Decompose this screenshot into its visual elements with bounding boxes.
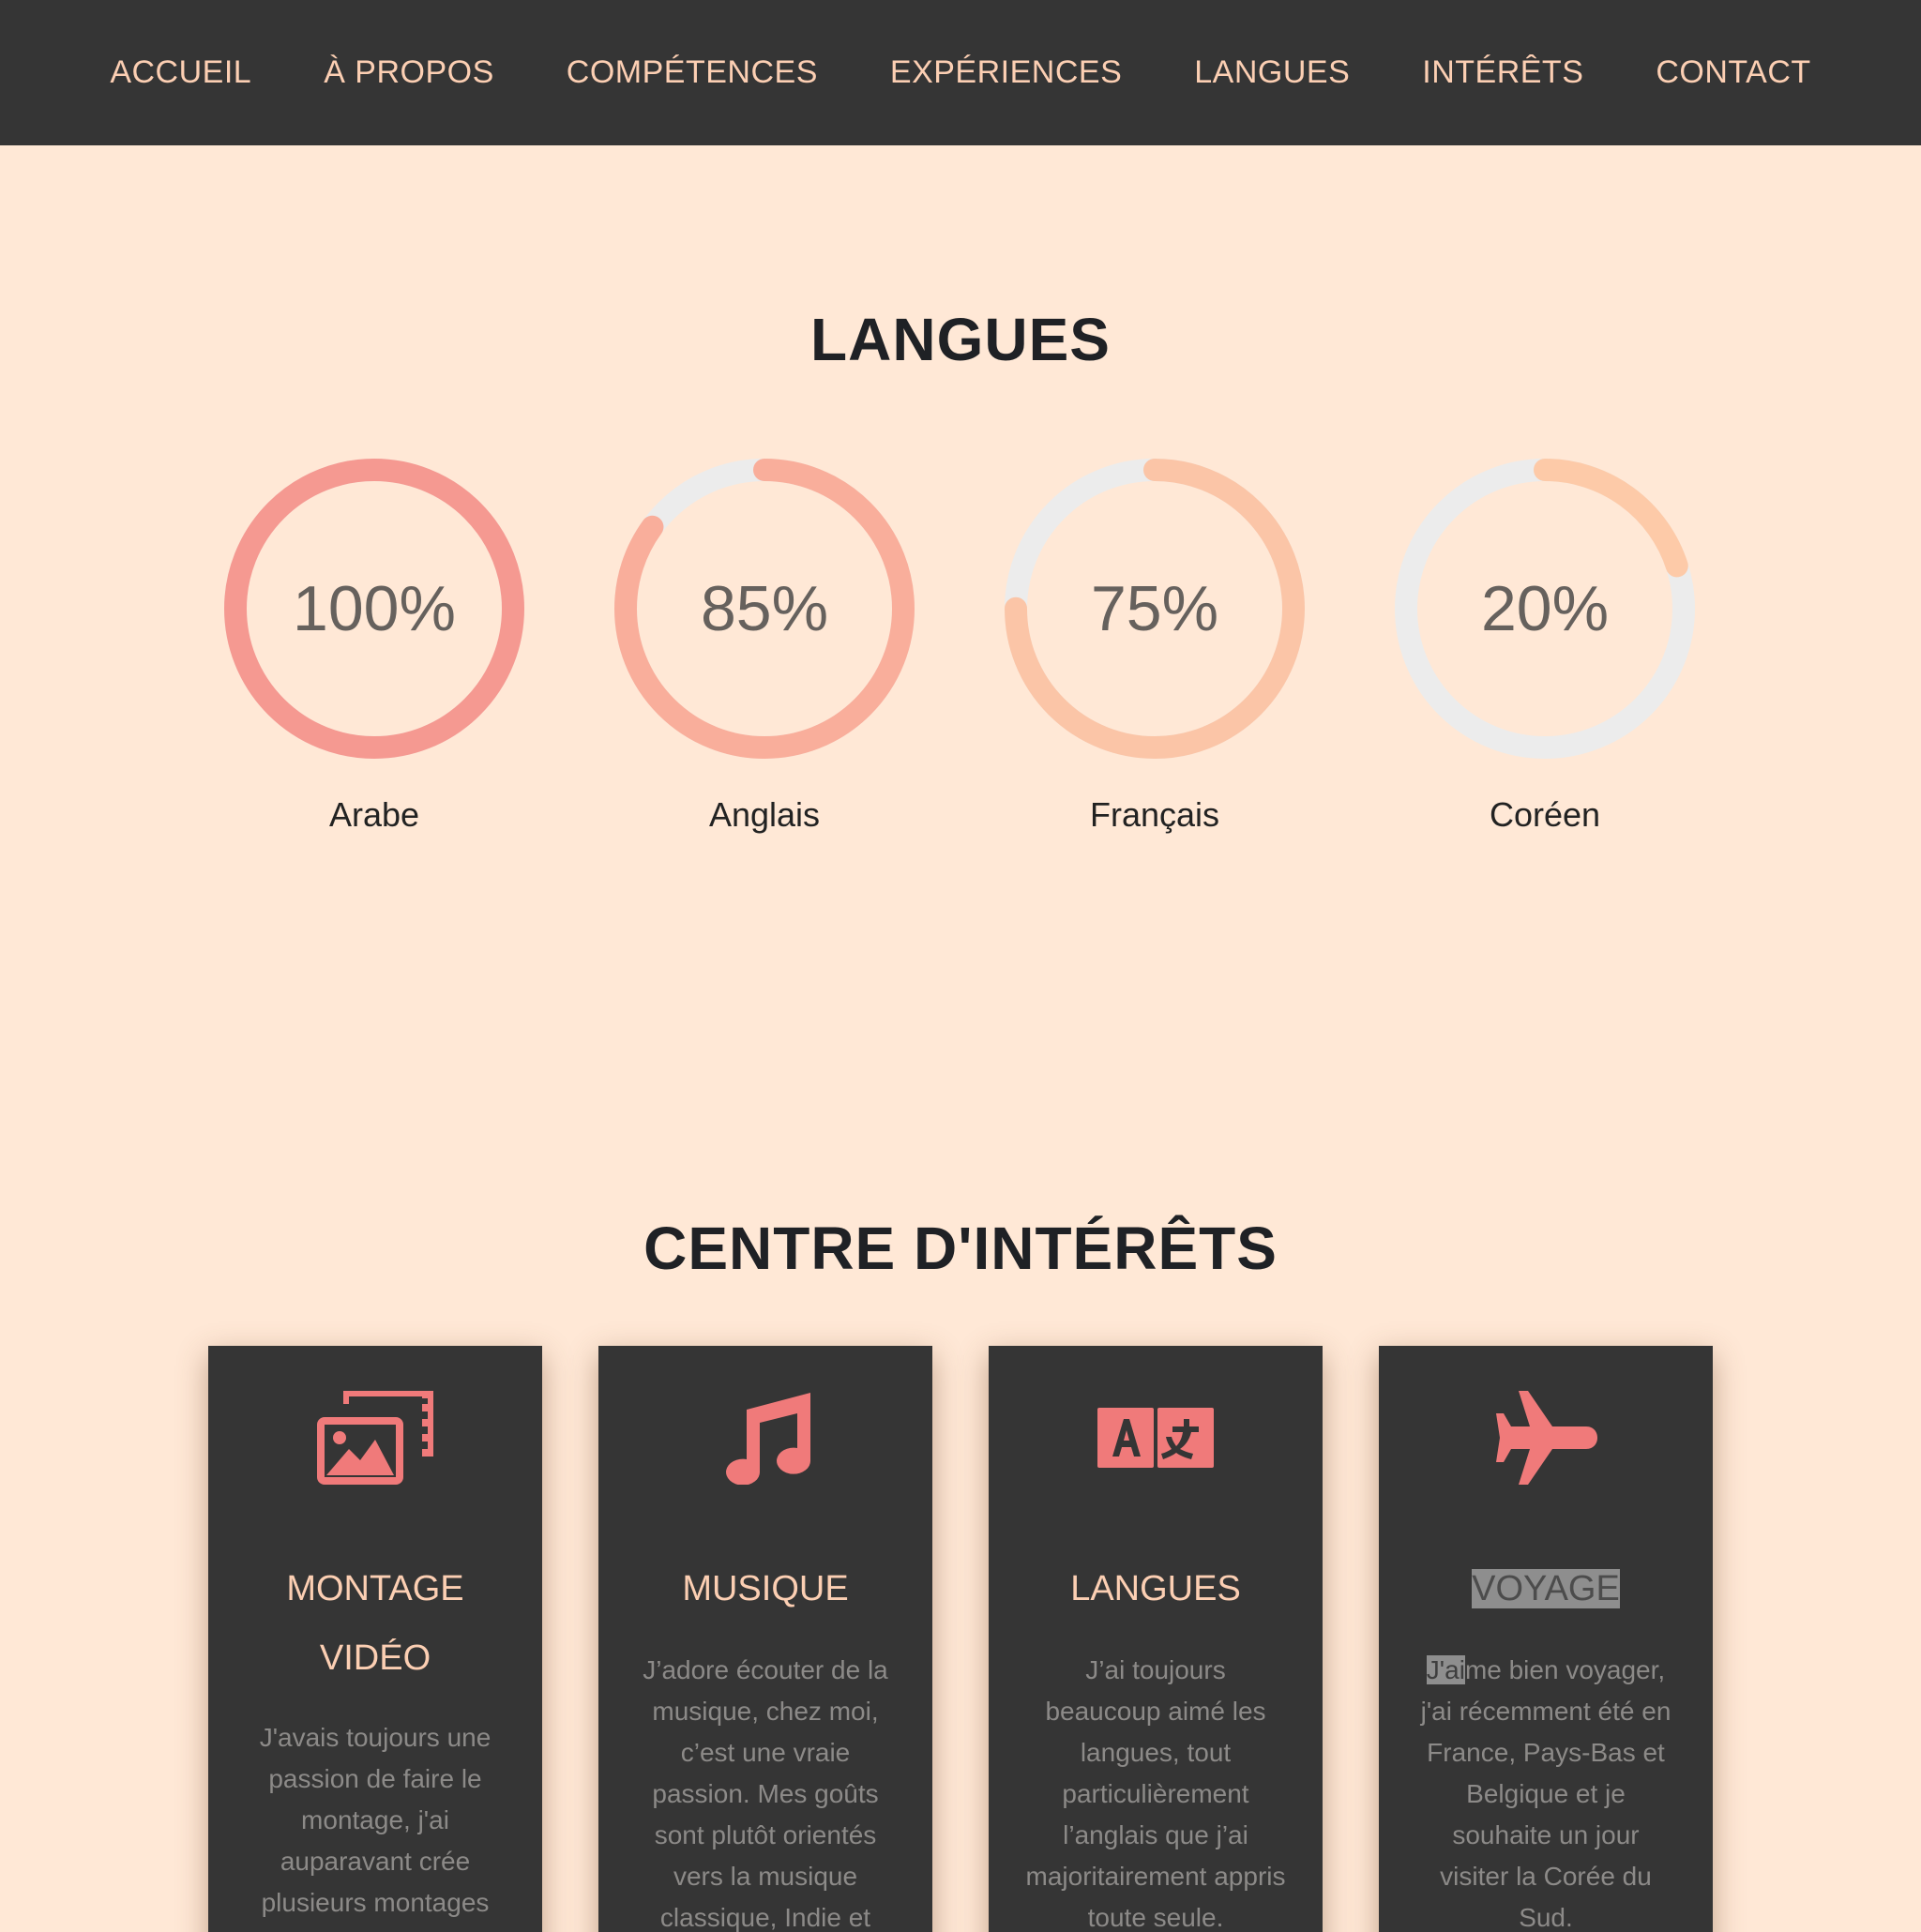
language-name: Arabe xyxy=(328,795,420,834)
interest-card-title: MONTAGE VIDÉO xyxy=(286,1569,464,1678)
interest-card-text: J’ai toujours beaucoup aimé les langues,… xyxy=(1025,1655,1286,1932)
selected-title-text: VOYAGE xyxy=(1472,1569,1620,1608)
language-gauge-arabe: 100% Arabe xyxy=(219,454,529,835)
nav-link-contact[interactable]: CONTACT xyxy=(1656,54,1810,91)
langues-section-title: LANGUES xyxy=(810,306,1111,373)
nav-link-a-propos[interactable]: À PROPOS xyxy=(324,54,494,91)
interest-card-title: VOYAGE xyxy=(1407,1554,1685,1623)
nav-link-accueil[interactable]: ACCUEIL xyxy=(110,54,251,91)
photo-film-icon xyxy=(208,1391,542,1485)
language-icon xyxy=(989,1391,1323,1485)
interest-card-title: MUSIQUE xyxy=(682,1569,849,1608)
plane-icon xyxy=(1379,1391,1713,1485)
gauge-percent-label: 75% xyxy=(1090,573,1219,644)
nav-link-interets[interactable]: INTÉRÊTS xyxy=(1422,54,1583,91)
gauge-percent-label: 85% xyxy=(700,573,829,644)
music-note-icon xyxy=(598,1391,932,1485)
language-name: Anglais xyxy=(708,795,821,834)
language-gauge-francais: 75% Français xyxy=(1000,454,1309,835)
language-gauge-anglais: 85% Anglais xyxy=(610,454,919,835)
interest-card-langues: LANGUES J’ai toujours beaucoup aimé les … xyxy=(989,1346,1323,1932)
nav-link-langues[interactable]: LANGUES xyxy=(1194,54,1350,91)
interest-card-text-rest: me bien voyager, j'ai récemment été en F… xyxy=(1420,1655,1671,1932)
gauge-percent-label: 20% xyxy=(1480,573,1610,644)
nav-link-competences[interactable]: COMPÉTENCES xyxy=(567,54,818,91)
language-gauge-coreen: 20% Coréen xyxy=(1390,454,1700,835)
interest-card-montage: MONTAGE VIDÉO J'avais toujours une passi… xyxy=(208,1346,542,1932)
interest-card-text: J'aime bien voyager, j'ai récemment été … xyxy=(1414,1650,1677,1932)
interest-card-text: J'avais toujours une passion de faire le… xyxy=(259,1723,492,1917)
gauge-percent-label: 100% xyxy=(293,573,456,644)
nav-links: ACCUEIL À PROPOS COMPÉTENCES EXPÉRIENCES… xyxy=(110,54,1810,91)
selected-text-fragment: J'ai xyxy=(1426,1655,1465,1684)
interest-card-voyage: VOYAGE J'aime bien voyager, j'ai récemme… xyxy=(1379,1346,1713,1932)
language-name: Coréen xyxy=(1489,795,1601,834)
language-name: Français xyxy=(1089,795,1220,834)
interest-card-text: J’adore écouter de la musique, chez moi,… xyxy=(643,1655,888,1932)
interest-card-musique: MUSIQUE J’adore écouter de la musique, c… xyxy=(598,1346,932,1932)
interest-card-title: LANGUES xyxy=(1070,1569,1241,1608)
nav-link-experiences[interactable]: EXPÉRIENCES xyxy=(890,54,1122,91)
interets-section-title: CENTRE D'INTÉRÊTS xyxy=(643,1215,1278,1282)
top-navigation: ACCUEIL À PROPOS COMPÉTENCES EXPÉRIENCES… xyxy=(0,0,1921,145)
